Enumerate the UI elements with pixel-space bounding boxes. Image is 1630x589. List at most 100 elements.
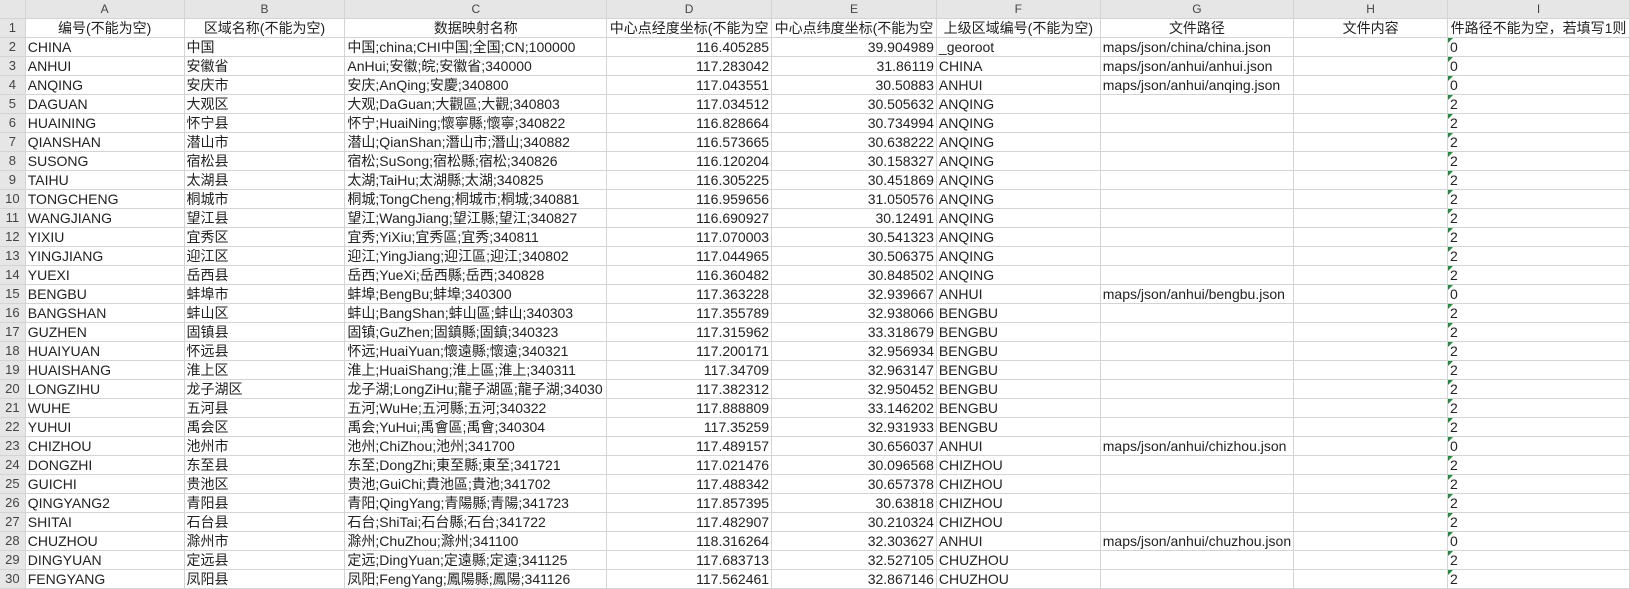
cell-a[interactable]: DAGUAN (25, 94, 185, 114)
cell-b[interactable]: 滁州市 (184, 531, 346, 551)
cell-b[interactable]: 东至县 (184, 455, 346, 475)
row-number[interactable]: 11 (0, 208, 26, 228)
cell-d[interactable]: 117.315962 (606, 322, 773, 342)
cell-i[interactable]: 0 (1447, 531, 1630, 551)
cell-g[interactable] (1100, 455, 1295, 475)
cell-f[interactable]: ANQING (936, 170, 1101, 190)
row-number[interactable]: 7 (0, 132, 26, 152)
cell-f[interactable]: CHINA (936, 56, 1101, 76)
cell-i[interactable]: 2 (1447, 341, 1630, 361)
cell-c[interactable]: 五河;WuHe;五河縣;五河;340322 (344, 398, 608, 418)
row-number[interactable]: 16 (0, 303, 26, 323)
cell-a[interactable]: DONGZHI (25, 455, 185, 475)
cell-e[interactable]: 32.527105 (771, 550, 937, 570)
column-header-a[interactable]: A (25, 0, 185, 19)
cell-i[interactable]: 2 (1447, 398, 1630, 418)
cell-e[interactable]: 33.146202 (771, 398, 937, 418)
cell-c[interactable]: 大观;DaGuan;大觀區;大觀;340803 (344, 94, 608, 114)
cell-d[interactable]: 117.382312 (606, 379, 773, 399)
cell-i[interactable]: 2 (1447, 132, 1630, 152)
header-cell-i[interactable]: 件路径不能为空，若填写1则 (1447, 18, 1630, 38)
cell-d[interactable]: 117.683713 (606, 550, 773, 570)
row-number[interactable]: 3 (0, 56, 26, 76)
cell-h[interactable] (1293, 417, 1449, 437)
cell-e[interactable]: 30.734994 (771, 113, 937, 133)
cell-c[interactable]: 固镇;GuZhen;固鎮縣;固鎮;340323 (344, 322, 608, 342)
cell-d[interactable]: 116.405285 (606, 37, 773, 57)
cell-f[interactable]: CHIZHOU (936, 474, 1101, 494)
cell-e[interactable]: 30.12491 (771, 208, 937, 228)
row-number[interactable]: 15 (0, 284, 26, 304)
cell-i[interactable]: 0 (1447, 56, 1630, 76)
cell-d[interactable]: 117.355789 (606, 303, 773, 323)
select-all-corner[interactable] (0, 0, 26, 19)
cell-g[interactable] (1100, 113, 1295, 133)
cell-e[interactable]: 30.506375 (771, 246, 937, 266)
cell-h[interactable] (1293, 170, 1449, 190)
cell-c[interactable]: 禹会;YuHui;禹會區;禹會;340304 (344, 417, 608, 437)
row-number[interactable]: 2 (0, 37, 26, 57)
cell-g[interactable] (1100, 512, 1295, 532)
cell-e[interactable]: 32.956934 (771, 341, 937, 361)
cell-c[interactable]: 迎江;YingJiang;迎江區;迎江;340802 (344, 246, 608, 266)
cell-c[interactable]: 桐城;TongCheng;桐城市;桐城;340881 (344, 189, 608, 209)
cell-h[interactable] (1293, 436, 1449, 456)
cell-e[interactable]: 32.867146 (771, 569, 937, 589)
cell-e[interactable]: 32.939667 (771, 284, 937, 304)
cell-e[interactable]: 30.848502 (771, 265, 937, 285)
column-header-i[interactable]: I (1447, 0, 1630, 19)
cell-a[interactable]: HUAINING (25, 113, 185, 133)
cell-h[interactable] (1293, 512, 1449, 532)
cell-g[interactable]: maps/json/china/china.json (1100, 37, 1295, 57)
cell-e[interactable]: 30.657378 (771, 474, 937, 494)
column-header-d[interactable]: D (606, 0, 773, 19)
cell-a[interactable]: ANHUI (25, 56, 185, 76)
cell-f[interactable]: BENGBU (936, 379, 1101, 399)
cell-b[interactable]: 宜秀区 (184, 227, 346, 247)
header-cell-d[interactable]: 中心点经度坐标(不能为空 (606, 18, 773, 38)
cell-b[interactable]: 贵池区 (184, 474, 346, 494)
cell-b[interactable]: 青阳县 (184, 493, 346, 513)
column-header-e[interactable]: E (771, 0, 937, 19)
cell-f[interactable]: CHIZHOU (936, 493, 1101, 513)
cell-g[interactable] (1100, 227, 1295, 247)
cell-h[interactable] (1293, 303, 1449, 323)
cell-h[interactable] (1293, 531, 1449, 551)
cell-h[interactable] (1293, 493, 1449, 513)
row-number[interactable]: 28 (0, 531, 26, 551)
cell-b[interactable]: 凤阳县 (184, 569, 346, 589)
column-header-c[interactable]: C (344, 0, 608, 19)
cell-a[interactable]: YUEXI (25, 265, 185, 285)
cell-h[interactable] (1293, 208, 1449, 228)
cell-a[interactable]: TONGCHENG (25, 189, 185, 209)
cell-a[interactable]: WANGJIANG (25, 208, 185, 228)
cell-f[interactable]: ANQING (936, 208, 1101, 228)
cell-i[interactable]: 2 (1447, 246, 1630, 266)
cell-g[interactable] (1100, 550, 1295, 570)
cell-g[interactable] (1100, 322, 1295, 342)
cell-f[interactable]: BENGBU (936, 303, 1101, 323)
cell-e[interactable]: 30.638222 (771, 132, 937, 152)
cell-c[interactable]: 东至;DongZhi;東至縣;東至;341721 (344, 455, 608, 475)
cell-h[interactable] (1293, 113, 1449, 133)
cell-h[interactable] (1293, 474, 1449, 494)
cell-a[interactable]: YIXIU (25, 227, 185, 247)
cell-b[interactable]: 蚌山区 (184, 303, 346, 323)
cell-a[interactable]: HUAIYUAN (25, 341, 185, 361)
row-number[interactable]: 25 (0, 474, 26, 494)
cell-b[interactable]: 蚌埠市 (184, 284, 346, 304)
cell-d[interactable]: 117.482907 (606, 512, 773, 532)
cell-g[interactable] (1100, 189, 1295, 209)
cell-f[interactable]: ANQING (936, 132, 1101, 152)
cell-h[interactable] (1293, 94, 1449, 114)
cell-i[interactable]: 2 (1447, 265, 1630, 285)
cell-e[interactable]: 30.656037 (771, 436, 937, 456)
cell-d[interactable]: 116.360482 (606, 265, 773, 285)
cell-f[interactable]: _georoot (936, 37, 1101, 57)
cell-a[interactable]: LONGZIHU (25, 379, 185, 399)
cell-i[interactable]: 0 (1447, 436, 1630, 456)
header-cell-b[interactable]: 区域名称(不能为空) (184, 18, 346, 38)
cell-a[interactable]: BANGSHAN (25, 303, 185, 323)
row-number[interactable]: 6 (0, 113, 26, 133)
cell-c[interactable]: 岳西;YueXi;岳西縣;岳西;340828 (344, 265, 608, 285)
